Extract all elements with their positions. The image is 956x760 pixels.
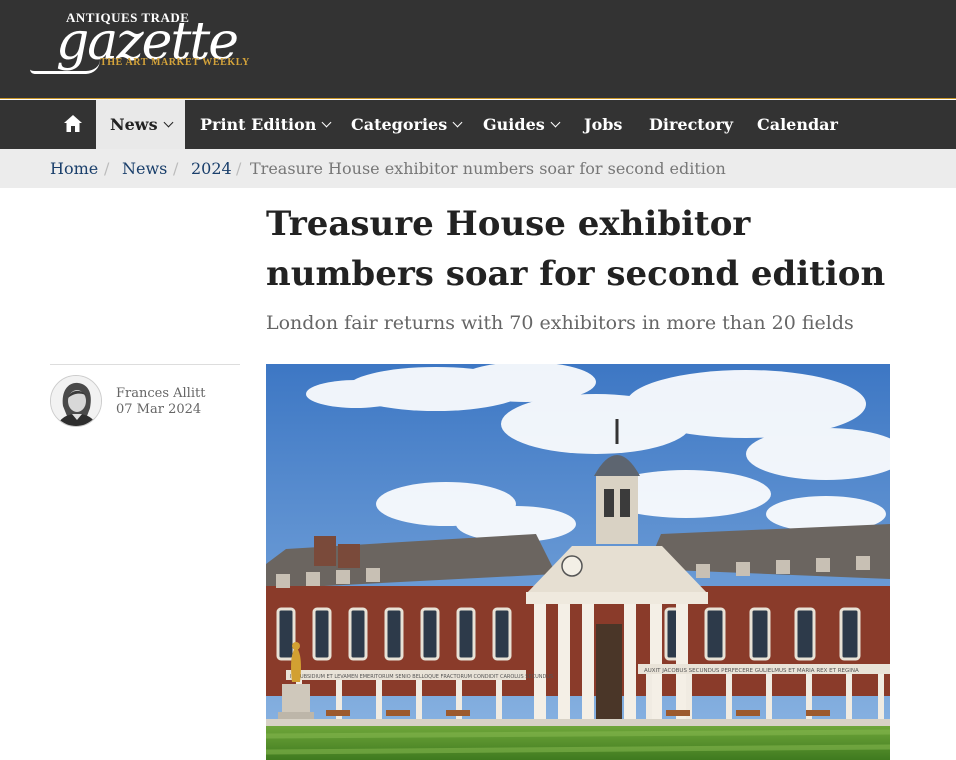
chevron-down-icon: [452, 117, 463, 127]
author-name[interactable]: Frances Allitt: [116, 386, 205, 401]
breadcrumb-news[interactable]: News: [122, 159, 167, 178]
nav-guides-label: Guides: [483, 115, 545, 134]
nav-news-label: News: [110, 115, 158, 134]
sidebar-divider: [50, 364, 240, 365]
nav-directory-label: Directory: [649, 115, 734, 134]
nav-guides[interactable]: Guides: [483, 100, 561, 149]
nav-print-edition[interactable]: Print Edition: [200, 100, 332, 149]
logo-swoosh: [30, 60, 100, 74]
nav-print-edition-label: Print Edition: [200, 115, 317, 134]
frieze-left: IN SUBSIDIUM ET LEVAMEN EMERITORUM SENIO…: [290, 674, 553, 680]
article-title-line-1: Treasure House exhibitor: [266, 204, 751, 244]
chevron-down-icon: [321, 117, 332, 127]
frieze-right: AUXIT JACOBUS SECUNDUS PERFECERE GULIELM…: [644, 668, 859, 674]
breadcrumb-home[interactable]: Home: [50, 159, 98, 178]
article-title-line-2: numbers soar for second edition: [266, 254, 886, 294]
nav-categories[interactable]: Categories: [351, 100, 463, 149]
breadcrumb-separator: /: [104, 159, 110, 178]
site-header: ANTIQUES TRADE gazette THE ART MARKET WE…: [0, 0, 956, 99]
author-portrait: [51, 376, 101, 426]
breadcrumb-separator: /: [236, 159, 242, 178]
breadcrumb: Home / News / 2024 / Treasure House exhi…: [0, 149, 956, 188]
nav-calendar-label: Calendar: [757, 115, 838, 134]
hero-image: IN SUBSIDIUM ET LEVAMEN EMERITORUM SENIO…: [266, 364, 890, 760]
nav-calendar[interactable]: Calendar: [757, 100, 838, 149]
home-icon[interactable]: [64, 115, 82, 132]
chevron-down-icon: [550, 117, 561, 127]
publish-date: 07 Mar 2024: [116, 402, 202, 417]
author-avatar[interactable]: [50, 375, 102, 427]
nav-news[interactable]: News: [96, 100, 185, 149]
breadcrumb-current: Treasure House exhibitor numbers soar fo…: [250, 159, 726, 178]
article-standfirst: London fair returns with 70 exhibitors i…: [266, 312, 854, 334]
site-logo[interactable]: ANTIQUES TRADE gazette THE ART MARKET WE…: [30, 10, 249, 74]
nav-directory[interactable]: Directory: [649, 100, 733, 149]
nav-jobs[interactable]: Jobs: [584, 100, 622, 149]
chevron-down-icon: [163, 117, 174, 127]
main-nav: News Print Edition Categories Guides Job…: [0, 100, 956, 149]
hero-illustration-royal-hospital: IN SUBSIDIUM ET LEVAMEN EMERITORUM SENIO…: [266, 364, 890, 760]
nav-jobs-label: Jobs: [584, 115, 623, 134]
logo-tagline: THE ART MARKET WEEKLY: [100, 57, 250, 68]
breadcrumb-separator: /: [173, 159, 179, 178]
article-title: Treasure House exhibitor numbers soar fo…: [266, 199, 906, 299]
nav-categories-label: Categories: [351, 115, 448, 134]
breadcrumb-year[interactable]: 2024: [191, 159, 232, 178]
